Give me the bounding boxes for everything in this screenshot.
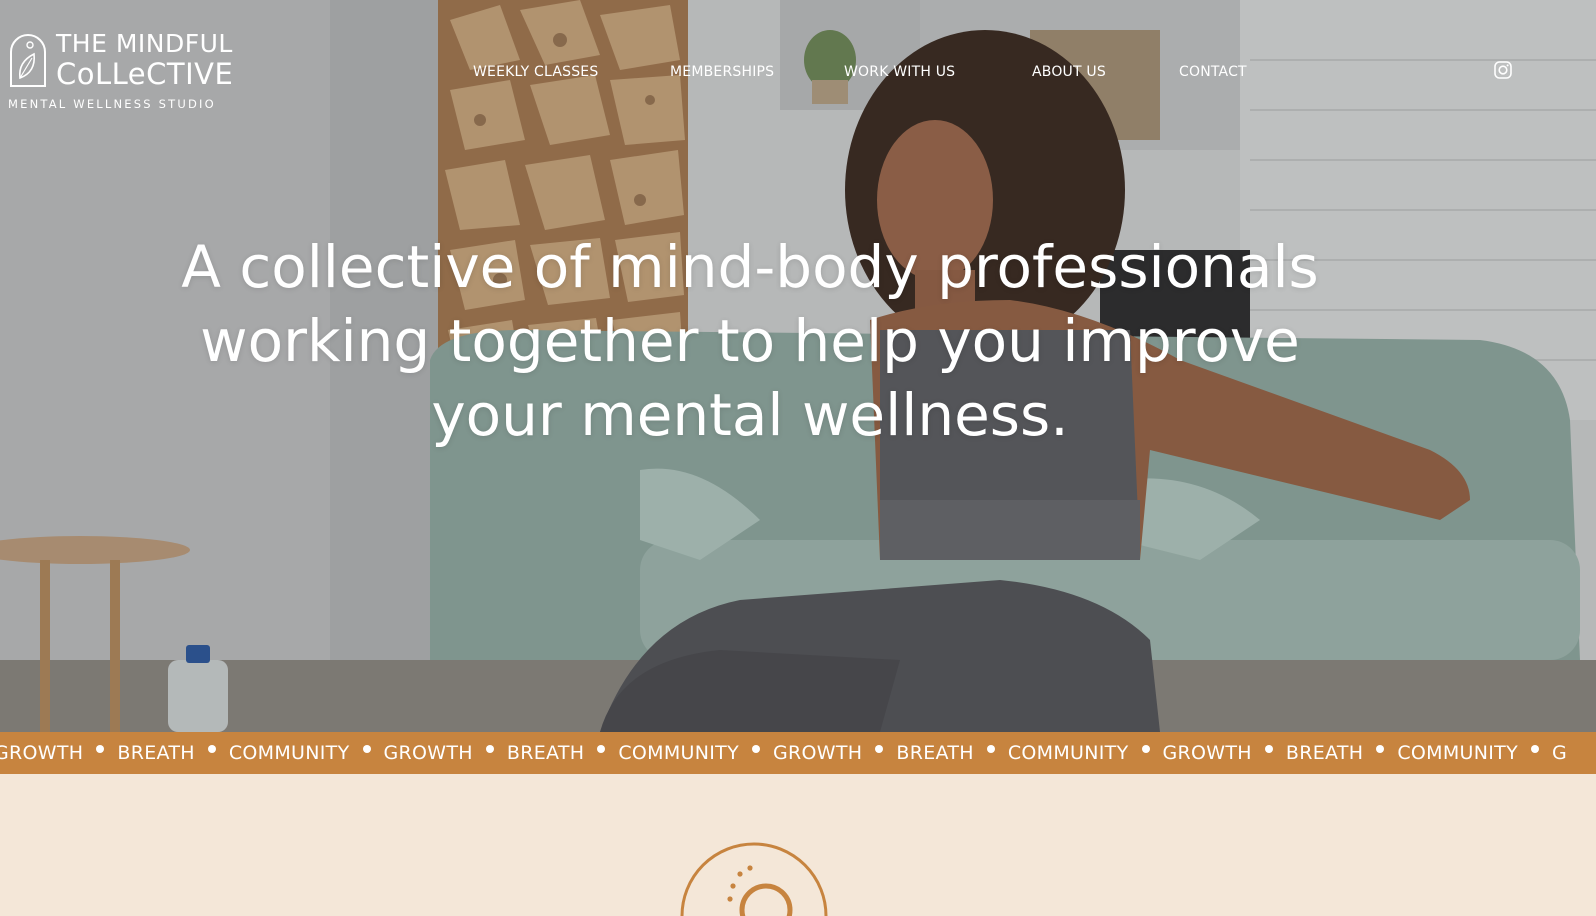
marquee-separator-dot — [875, 745, 884, 753]
instagram-icon — [1494, 61, 1512, 79]
marquee-track: GROWTH BREATH COMMUNITY GROWTH BREATH CO… — [0, 732, 1567, 774]
marquee-word: BREATH — [506, 742, 585, 764]
leaf-arch-icon — [10, 34, 46, 87]
marquee-word: BREATH — [896, 742, 974, 764]
nav-item-memberships[interactable]: MEMBERSHIPS — [670, 60, 774, 84]
marquee-separator-dot — [1264, 745, 1273, 753]
marquee-separator-dot — [597, 745, 606, 753]
marquee-word: G — [1552, 742, 1568, 764]
logo-title-line1: THE MINDFUL — [56, 29, 233, 58]
marquee-word: GROWTH — [383, 742, 473, 764]
marquee-separator-dot — [1531, 745, 1539, 753]
marquee-word: GROWTH — [0, 742, 84, 764]
marquee-word: COMMUNITY — [1397, 742, 1518, 764]
logo-tagline: MENTAL WELLNESS STUDIO — [8, 97, 216, 111]
nav-item-work-with-us[interactable]: WORK WITH US — [844, 60, 955, 84]
intro-section — [0, 774, 1596, 916]
values-marquee: GROWTH BREATH COMMUNITY GROWTH BREATH CO… — [0, 732, 1596, 774]
hero-headline: A collective of mind-body professionals … — [181, 233, 1319, 449]
homepage: A collective of mind-body professionals … — [0, 0, 1596, 916]
marquee-word: COMMUNITY — [228, 742, 350, 764]
nav-item-about-us[interactable]: ABOUT US — [1032, 60, 1106, 84]
site-logo[interactable]: THE MINDFUL CoLLeCTIVE MENTAL WELLNESS S… — [8, 30, 248, 114]
marquee-word: COMMUNITY — [618, 742, 739, 764]
nav-item-weekly-classes[interactable]: WEEKLY CLASSES — [473, 60, 598, 84]
marquee-separator-dot — [207, 745, 216, 753]
nav-item-contact[interactable]: CONTACT — [1179, 60, 1247, 84]
marquee-separator-dot — [485, 745, 494, 753]
marquee-word: GROWTH — [1162, 742, 1252, 764]
marquee-separator-dot — [986, 745, 995, 753]
marquee-word: BREATH — [117, 742, 195, 764]
marquee-word: COMMUNITY — [1007, 742, 1129, 764]
marquee-word: GROWTH — [773, 742, 863, 764]
marquee-separator-dot — [1376, 745, 1385, 753]
marquee-separator-dot — [96, 745, 105, 753]
logo-title-line2: CoLLeCTIVE — [56, 57, 234, 91]
instagram-link[interactable] — [1493, 60, 1513, 80]
marquee-separator-dot — [752, 745, 760, 753]
site-header: THE MINDFUL CoLLeCTIVE MENTAL WELLNESS S… — [0, 0, 1596, 140]
marquee-separator-dot — [1141, 745, 1150, 753]
sun-arch-emblem-icon — [680, 842, 828, 916]
marquee-word: BREATH — [1285, 742, 1364, 764]
marquee-separator-dot — [362, 745, 371, 753]
